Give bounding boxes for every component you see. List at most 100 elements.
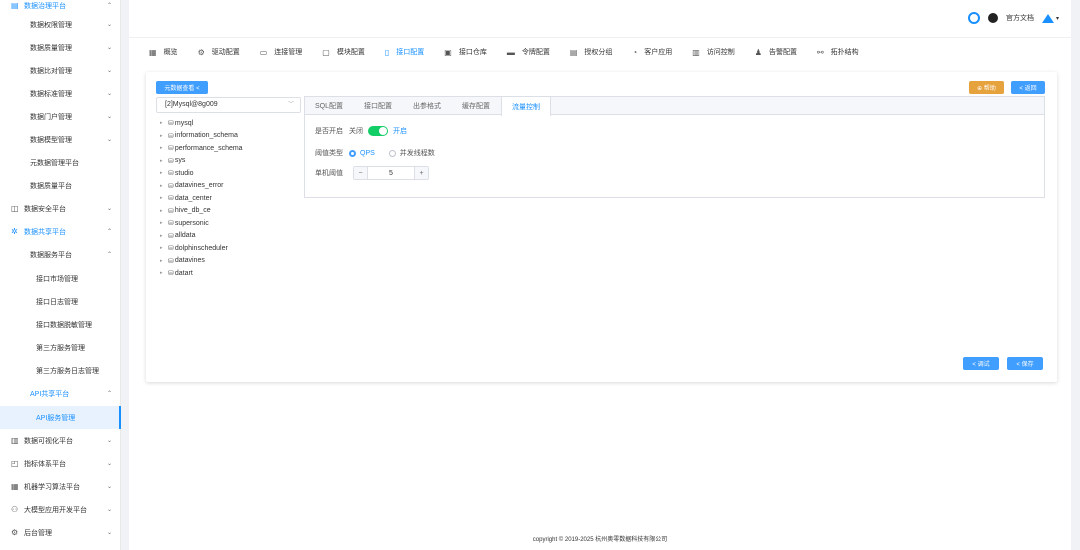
github-icon[interactable] xyxy=(987,13,998,23)
sidebar-item[interactable]: 数据门户管理 ⌄ xyxy=(0,105,121,128)
tree-node[interactable]: ▸ ⛁ alldata xyxy=(160,230,196,242)
increment-button[interactable]: + xyxy=(414,167,428,179)
tree-node[interactable]: ▸ ⛁ datart xyxy=(160,267,193,279)
sidebar-item[interactable]: 数据模型管理 ⌄ xyxy=(0,128,121,151)
expand-icon[interactable]: ▸ xyxy=(160,158,168,164)
debug-button[interactable]: < 调试 xyxy=(963,357,999,370)
tree-node[interactable]: ▸ ⛁ sys xyxy=(160,155,185,167)
expand-icon[interactable]: ▸ xyxy=(160,258,168,264)
expand-icon[interactable]: ▸ xyxy=(160,208,168,214)
nav-tab[interactable]: ▣ 接口仓库 xyxy=(444,44,487,60)
tree-node[interactable]: ▸ ⛁ performance_schema xyxy=(160,142,243,154)
tree-node[interactable]: ▸ ⛁ data_center xyxy=(160,192,212,204)
tree-node[interactable]: ▸ ⛁ supersonic xyxy=(160,217,209,229)
datasource-select-value: [2]Mysql@8g009 xyxy=(165,101,218,108)
sidebar-item[interactable]: API服务管理 xyxy=(0,406,121,429)
sidebar-item[interactable]: 接口数据脱敏管理 xyxy=(0,313,121,336)
nav-tab[interactable]: ▭ 连接管理 xyxy=(260,44,303,60)
docs-link[interactable]: 官方文档 xyxy=(1006,13,1034,23)
qps-label: QPS xyxy=(360,149,375,157)
nav-tab[interactable]: ♟ 告警配置 xyxy=(755,44,797,60)
sidebar-item[interactable]: ▦ 机器学习算法平台 ⌄ xyxy=(0,475,121,498)
qps-radio[interactable]: QPS xyxy=(349,149,375,157)
sidebar-item[interactable]: ◰ 指标体系平台 ⌄ xyxy=(0,452,121,475)
config-tab[interactable]: SQL配置 xyxy=(305,97,354,115)
expand-icon[interactable]: ▸ xyxy=(160,220,168,226)
sidebar-item-label: 数据服务平台 xyxy=(30,251,72,259)
concurrent-radio[interactable]: 并发线程数 xyxy=(388,148,435,158)
config-tab[interactable]: 出参格式 xyxy=(403,97,452,115)
expand-icon[interactable]: ▸ xyxy=(160,183,168,189)
admin-icon: ⚙ xyxy=(11,527,19,537)
tree-node-label: data_center xyxy=(174,194,212,202)
expand-icon[interactable]: ▸ xyxy=(160,233,168,239)
chevron-up-icon: ⌃ xyxy=(106,3,112,9)
config-tab[interactable]: 接口配置 xyxy=(354,97,403,115)
tree-node[interactable]: ▸ ⛁ information_schema xyxy=(160,130,238,142)
sidebar-item[interactable]: 接口日志管理 xyxy=(0,290,121,313)
nav-tab[interactable]: ▦ 概览 xyxy=(149,44,178,60)
access-icon: ▥ xyxy=(692,47,700,57)
expand-icon[interactable]: ▸ xyxy=(160,133,168,139)
threshold-stepper[interactable]: − 5 + xyxy=(353,166,429,180)
ml-icon: ▦ xyxy=(11,481,19,491)
tree-node[interactable]: ▸ ⛁ hive_db_ce xyxy=(160,205,211,217)
sidebar-item[interactable]: 第三方服务日志管理 xyxy=(0,359,121,382)
tree-node[interactable]: ▸ ⛁ datavines xyxy=(160,255,205,267)
sidebar-item[interactable]: API共享平台 ⌃ xyxy=(0,382,121,405)
nav-tab[interactable]: ▥ 访问控制 xyxy=(692,44,735,60)
nav-tab[interactable]: ▢ 模块配置 xyxy=(322,44,365,60)
sidebar-item[interactable]: ✲ 数据共享平台 ⌃ xyxy=(0,220,121,243)
nav-tab[interactable]: ⚯ 拓扑结构 xyxy=(817,44,859,60)
tree-node[interactable]: ▸ ⛁ dolphinscheduler xyxy=(160,242,228,254)
tree-node[interactable]: ▸ ⛁ studio xyxy=(160,167,194,179)
sidebar-item[interactable]: 数据服务平台 ⌃ xyxy=(0,243,121,266)
back-button[interactable]: < 返回 xyxy=(1011,81,1045,94)
sidebar-item[interactable]: 第三方服务管理 xyxy=(0,336,121,359)
expand-icon[interactable]: ▸ xyxy=(160,195,168,201)
nav-tab[interactable]: ⚙ 驱动配置 xyxy=(198,44,240,60)
sidebar-item[interactable]: ◫ 数据安全平台 ⌄ xyxy=(0,197,121,220)
save-button[interactable]: < 保存 xyxy=(1007,357,1043,370)
user-avatar[interactable]: ▾ xyxy=(1041,13,1059,23)
expand-icon[interactable]: ▸ xyxy=(160,145,168,151)
visual-icon: ▥ xyxy=(11,435,19,445)
module-nav: ▦ 概览 ⚙ 驱动配置 ▭ 连接管理 ▢ 模块配置 ▯ 接口配置 ▣ 接口仓库 ▬ 令牌配置 ▤ 授权分组 ◔ 客… xyxy=(149,44,879,60)
expand-icon[interactable]: ▸ xyxy=(160,270,168,276)
sidebar-item[interactable]: ▥ 数据可视化平台 ⌄ xyxy=(0,429,121,452)
tree-node[interactable]: ▸ ⛁ mysql xyxy=(160,117,193,129)
threshold-value[interactable]: 5 xyxy=(368,167,414,179)
nav-tab[interactable]: ▬ 令牌配置 xyxy=(507,44,550,60)
sidebar-item[interactable]: 数据比对管理 ⌄ xyxy=(0,59,121,82)
expand-icon[interactable]: ▸ xyxy=(160,120,168,126)
sidebar-item[interactable]: ⚇ 大模型应用开发平台 ⌄ xyxy=(0,498,121,521)
app-logo-icon[interactable] xyxy=(967,12,980,24)
enable-toggle[interactable] xyxy=(368,126,388,136)
datasource-select[interactable]: [2]Mysql@8g009 ﹀ xyxy=(156,97,301,113)
nav-tab-label: 接口配置 xyxy=(396,49,425,56)
help-button[interactable]: ⊕ 帮助 xyxy=(969,81,1004,94)
nav-tab[interactable]: ▤ 授权分组 xyxy=(570,44,613,60)
config-tab[interactable]: 流量控制 xyxy=(501,97,552,116)
sidebar-item-label: 指标体系平台 xyxy=(24,460,66,468)
decrement-button[interactable]: − xyxy=(354,167,368,179)
database-icon: ⛁ xyxy=(168,207,174,215)
nav-tab[interactable]: ▯ 接口配置 xyxy=(385,44,424,60)
tree-node[interactable]: ▸ ⛁ datavines_error xyxy=(160,180,224,192)
sidebar-item[interactable]: 数据质量管理 ⌄ xyxy=(0,36,121,59)
sidebar-item[interactable]: 数据权限管理 ⌄ xyxy=(0,13,121,36)
sidebar-item-label: 数据比对管理 xyxy=(30,67,72,75)
enable-label: 是否开启 xyxy=(315,128,343,135)
database-icon: ⛁ xyxy=(168,257,174,265)
sidebar-item[interactable]: 接口市场管理 xyxy=(0,267,121,290)
sidebar-item[interactable]: 数据质量平台 xyxy=(0,174,121,197)
security-icon: ◫ xyxy=(11,203,19,213)
expand-icon[interactable]: ▸ xyxy=(160,245,168,251)
metadata-view-button[interactable]: 元数据查看 < xyxy=(156,81,208,94)
sidebar-item[interactable]: ⚙ 后台管理 ⌄ xyxy=(0,521,121,544)
nav-tab[interactable]: ◔ 客户应用 xyxy=(632,44,672,60)
sidebar-item[interactable]: 数据标准管理 ⌄ xyxy=(0,82,121,105)
sidebar-item[interactable]: 元数据管理平台 xyxy=(0,151,121,174)
config-tab[interactable]: 缓存配置 xyxy=(452,97,501,115)
expand-icon[interactable]: ▸ xyxy=(160,170,168,176)
